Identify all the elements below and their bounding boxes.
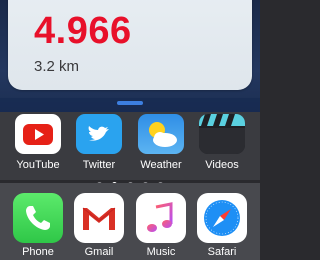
dock-phone[interactable]: Phone <box>8 193 68 258</box>
page-indicator[interactable] <box>0 174 260 187</box>
app-grid: YouTube Twitter Weather Videos <box>0 112 260 180</box>
app-youtube[interactable]: YouTube <box>8 114 68 171</box>
expand-handle[interactable] <box>117 101 143 105</box>
widget-distance: 3.2 km <box>34 58 80 75</box>
app-label: Phone <box>22 246 54 258</box>
dock-music[interactable]: Music <box>131 193 191 258</box>
app-weather[interactable]: Weather <box>131 114 191 171</box>
dock-gmail[interactable]: Gmail <box>69 193 129 258</box>
widget-value: 4.966 <box>34 10 132 52</box>
distance-widget[interactable]: 4.966 3.2 km <box>8 0 252 90</box>
gmail-icon <box>74 193 124 243</box>
app-label: Videos <box>205 159 239 171</box>
app-label: YouTube <box>16 159 60 171</box>
app-label: Music <box>146 246 176 258</box>
twitter-icon <box>76 114 122 154</box>
app-twitter[interactable]: Twitter <box>69 114 129 171</box>
weather-icon <box>138 114 184 154</box>
app-label: Twitter <box>82 159 116 171</box>
youtube-icon <box>15 114 61 154</box>
phone-icon <box>13 193 63 243</box>
app-label: Safari <box>207 246 237 258</box>
app-videos[interactable]: Videos <box>192 114 252 171</box>
dock: Phone Gmail Music Safari <box>0 183 260 260</box>
app-label: Weather <box>140 159 182 171</box>
safari-icon <box>197 193 247 243</box>
music-icon <box>136 193 186 243</box>
videos-icon <box>199 114 245 154</box>
dock-safari[interactable]: Safari <box>192 193 252 258</box>
app-label: Gmail <box>84 246 114 258</box>
